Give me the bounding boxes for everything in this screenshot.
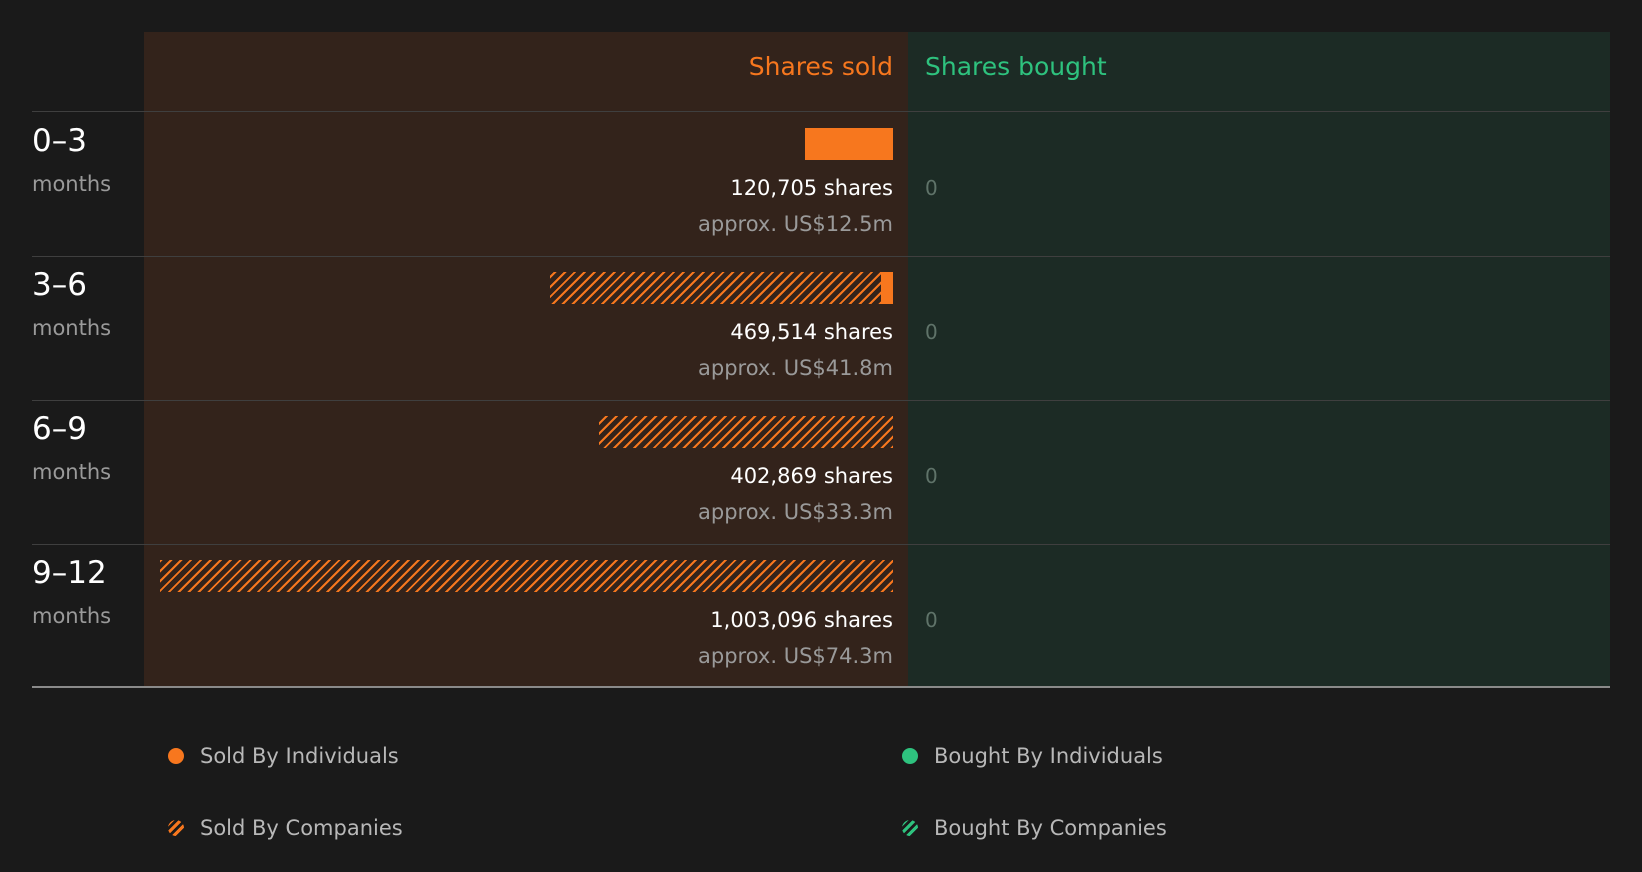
legend-label: Sold By Companies bbox=[200, 816, 403, 840]
bar-sold-by-companies bbox=[598, 416, 893, 448]
shares-sold-label: 1,003,096 shares bbox=[710, 608, 893, 632]
shares-sold-label: 402,869 shares bbox=[730, 464, 893, 488]
legend-sold-by-companies: Sold By Companies bbox=[168, 816, 403, 840]
period-unit-label: months bbox=[32, 172, 112, 196]
period-label: 3–6 bbox=[32, 267, 87, 303]
period-unit-label: months bbox=[32, 604, 112, 628]
bar-sold-by-companies bbox=[160, 560, 893, 592]
row-divider bbox=[32, 256, 1610, 257]
shares-bought-label: 0 bbox=[925, 176, 938, 200]
shares-bought-panel bbox=[908, 32, 1610, 687]
period-label: 9–12 bbox=[32, 555, 107, 591]
legend-bought-by-individuals: Bought By Individuals bbox=[902, 744, 1163, 768]
legend-sold-by-individuals: Sold By Individuals bbox=[168, 744, 399, 768]
legend-label: Sold By Individuals bbox=[200, 744, 399, 768]
row-divider bbox=[32, 400, 1610, 401]
period-label: 6–9 bbox=[32, 411, 87, 447]
sold-value-label: approx. US$41.8m bbox=[698, 356, 893, 380]
shares-bought-label: 0 bbox=[925, 320, 938, 344]
bar-sold-by-individuals bbox=[804, 128, 893, 160]
period-unit-label: months bbox=[32, 460, 112, 484]
bar-sold-by-individuals bbox=[880, 272, 893, 304]
orange-dot-icon bbox=[168, 748, 184, 764]
chart-baseline bbox=[32, 686, 1610, 688]
legend-label: Bought By Individuals bbox=[934, 744, 1163, 768]
period-unit-label: months bbox=[32, 316, 112, 340]
green-dot-icon bbox=[902, 748, 918, 764]
shares-sold-header: Shares sold bbox=[748, 52, 893, 81]
bar-sold-by-companies bbox=[549, 272, 881, 304]
green-striped-dot-icon bbox=[902, 820, 918, 836]
shares-sold-label: 120,705 shares bbox=[730, 176, 893, 200]
orange-striped-dot-icon bbox=[168, 820, 184, 836]
shares-bought-label: 0 bbox=[925, 464, 938, 488]
shares-sold-label: 469,514 shares bbox=[730, 320, 893, 344]
shares-bought-label: 0 bbox=[925, 608, 938, 632]
period-label: 0–3 bbox=[32, 123, 87, 159]
shares-bought-header: Shares bought bbox=[925, 52, 1107, 81]
sold-value-label: approx. US$12.5m bbox=[698, 212, 893, 236]
row-divider bbox=[32, 111, 1610, 112]
legend-label: Bought By Companies bbox=[934, 816, 1167, 840]
legend-bought-by-companies: Bought By Companies bbox=[902, 816, 1167, 840]
row-divider bbox=[32, 544, 1610, 545]
sold-value-label: approx. US$74.3m bbox=[698, 644, 893, 668]
sold-value-label: approx. US$33.3m bbox=[698, 500, 893, 524]
